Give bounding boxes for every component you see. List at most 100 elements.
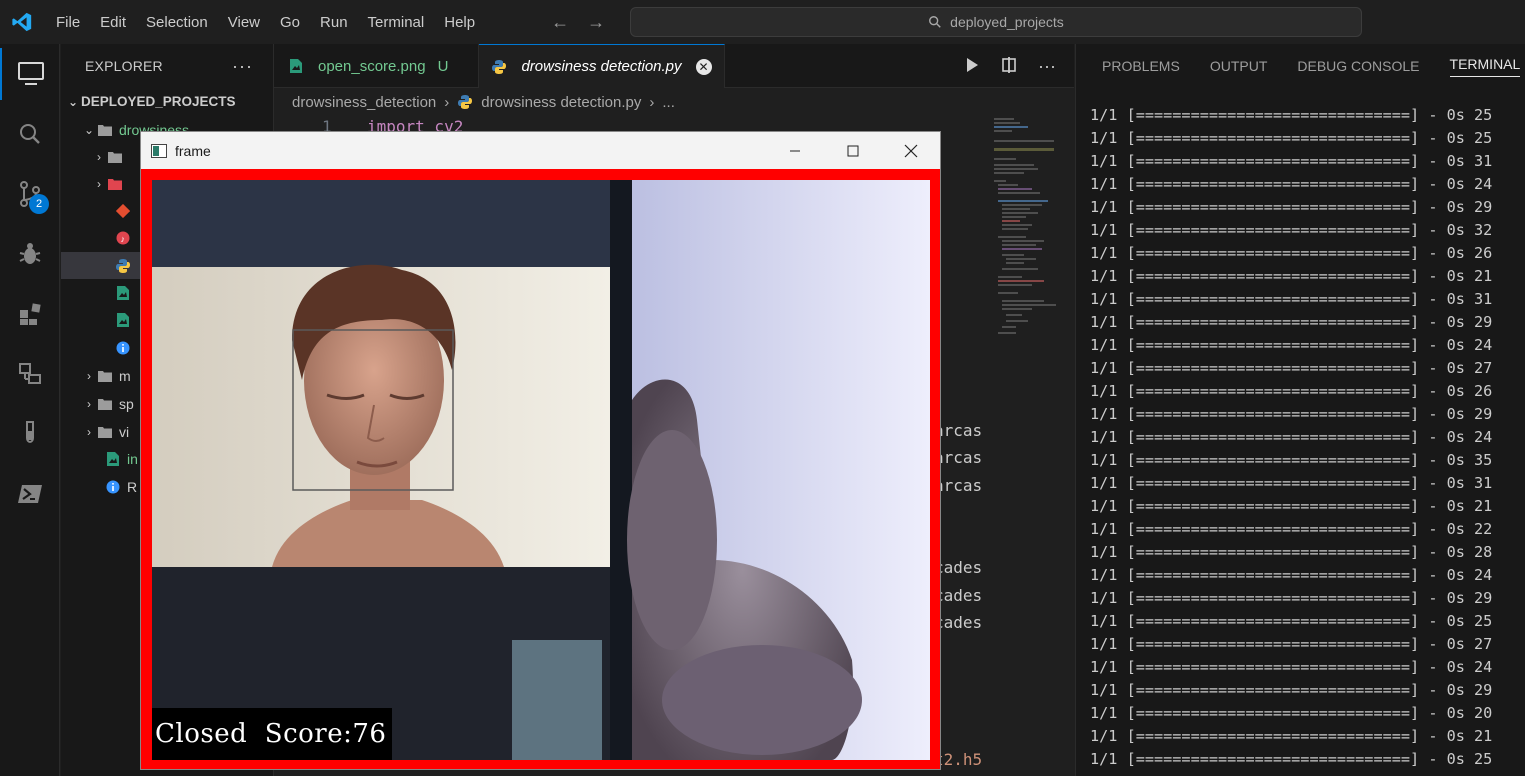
source-control-icon[interactable] [0,168,60,220]
tab-debug-console[interactable]: DEBUG CONSOLE [1297,58,1419,74]
tab-problems[interactable]: PROBLEMS [1102,58,1180,74]
title-bar: File Edit Selection View Go Run Terminal Help ←… [0,0,1525,44]
camera-frame: Closed Score:76 [152,180,930,760]
code-fragment: t2.h5 [934,750,983,769]
app-icon [151,143,167,158]
more-actions-icon[interactable]: ··· [232,56,253,77]
frame-window-title: frame [175,142,211,159]
folder-icon [97,424,113,440]
folder-red-icon [107,176,123,192]
more-actions-icon[interactable]: ··· [1038,56,1056,77]
terminal-line: 1/1 [==============================] - 0… [1090,129,1493,147]
terminal-line: 1/1 [==============================] - 0… [1090,428,1493,446]
folder-open-icon [97,122,113,138]
menu-item-go[interactable]: Go [270,14,310,31]
code-fragment: arcas [934,476,983,495]
chevron-right-icon: › [444,93,450,111]
tab-label: open_score.png [318,57,426,75]
run-debug-icon[interactable] [0,228,60,280]
source-control-badge: 2 [29,194,49,214]
close-icon[interactable]: ✕ [695,58,712,75]
code-fragment: cades [934,586,983,605]
image-file-icon [288,58,304,74]
panel-tabs: PROBLEMS OUTPUT DEBUG CONSOLE TERMINAL P… [1076,44,1525,88]
menu-item-terminal[interactable]: Terminal [358,14,435,31]
python-icon [491,59,507,75]
tree-root-label: DEPLOYED_PROJECTS [81,94,236,109]
tab-terminal[interactable]: TERMINAL [1449,56,1521,77]
chevron-right-icon: › [87,424,91,439]
terminal-line: 1/1 [==============================] - 0… [1090,543,1493,561]
terminal-line: 1/1 [==============================] - 0… [1090,267,1493,285]
image-file-icon [115,285,131,301]
close-icon[interactable] [882,132,940,169]
folder-icon [97,368,113,384]
remote-explorer-icon[interactable] [0,348,60,400]
code-fragment: cades [934,558,983,577]
tab-output[interactable]: OUTPUT [1210,58,1268,74]
folder-icon [97,396,113,412]
terminal-output[interactable]: 1/1 [==============================] - 0… [1090,104,1492,771]
svg-text:♪: ♪ [121,234,126,244]
frame-window-titlebar[interactable]: frame [141,132,940,169]
chevron-right-icon: › [87,396,91,411]
webcam-image [152,180,930,760]
file-label: in [127,450,138,467]
image-file-icon [115,312,131,328]
terminal-panel: PROBLEMS OUTPUT DEBUG CONSOLE TERMINAL P… [1075,44,1525,776]
terminal-line: 1/1 [==============================] - 0… [1090,152,1493,170]
forward-arrow-icon[interactable]: → [587,12,605,33]
terminal-line: 1/1 [==============================] - 0… [1090,474,1493,492]
tab-drowsiness-detection[interactable]: drowsiness detection.py ✕ [479,44,725,88]
menu-item-selection[interactable]: Selection [136,14,218,31]
search-icon [929,16,941,28]
back-arrow-icon[interactable]: ← [551,12,569,33]
python-icon [457,94,473,110]
minimize-icon[interactable] [766,132,824,169]
run-icon[interactable] [964,57,980,76]
breadcrumb-more[interactable]: ... [662,94,675,111]
explorer-title: EXPLORER [85,58,163,74]
tab-status: U [437,57,449,75]
menu-item-help[interactable]: Help [434,14,485,31]
editor-tabs: open_score.png U drowsiness detection.py… [274,44,1074,88]
chevron-down-icon: ⌄ [67,94,79,109]
terminal-line: 1/1 [==============================] - 0… [1090,451,1493,469]
breadcrumb-folder[interactable]: drowsiness_detection [292,94,436,111]
terminal-line: 1/1 [==============================] - 0… [1090,359,1493,377]
maximize-icon[interactable] [824,132,882,169]
code-fragment: cades [934,613,983,632]
menu-bar: File Edit Selection View Go Run Terminal Help [46,0,485,44]
menu-item-edit[interactable]: Edit [90,14,136,31]
powershell-icon[interactable] [0,468,60,520]
explorer-icon[interactable] [0,48,60,100]
editor-actions: ··· [964,44,1056,88]
folder-label: vi [119,423,130,440]
menu-item-file[interactable]: File [46,14,90,31]
terminal-line: 1/1 [==============================] - 0… [1090,175,1493,193]
menu-item-view[interactable]: View [218,14,270,31]
audio-file-icon: ♪ [115,230,131,246]
terminal-line: 1/1 [==============================] - 0… [1090,244,1493,262]
opencv-frame-window[interactable]: frame Closed Score:76 [140,131,941,770]
terminal-line: 1/1 [==============================] - 0… [1090,221,1493,239]
command-center-search[interactable]: deployed_projects [630,7,1362,37]
tab-open-score[interactable]: open_score.png U [274,44,480,88]
split-editor-icon[interactable] [1000,56,1018,77]
terminal-line: 1/1 [==============================] - 0… [1090,198,1493,216]
terminal-line: 1/1 [==============================] - 0… [1090,290,1493,308]
breadcrumb: drowsiness_detection › drowsiness detect… [274,88,1074,116]
breadcrumb-file[interactable]: drowsiness detection.py [481,94,641,111]
folder-icon [107,149,123,165]
search-icon[interactable] [0,108,60,160]
terminal-line: 1/1 [==============================] - 0… [1090,681,1493,699]
testing-icon[interactable] [0,408,60,460]
tree-root[interactable]: ⌄ DEPLOYED_PROJECTS [61,88,274,115]
window-controls [766,132,940,169]
minimap[interactable] [994,116,1064,356]
menu-item-run[interactable]: Run [310,14,358,31]
extensions-icon[interactable] [0,288,60,340]
activity-bar: 2 [0,44,60,776]
vscode-window: File Edit Selection View Go Run Terminal Help ←… [0,0,1525,776]
terminal-line: 1/1 [==============================] - 0… [1090,382,1493,400]
